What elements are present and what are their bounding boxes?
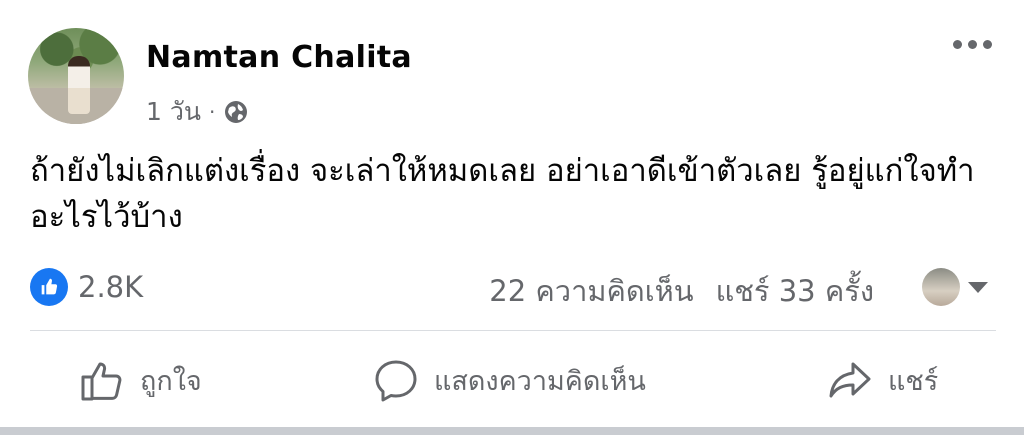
like-badge-icon <box>30 268 68 306</box>
globe-icon[interactable] <box>223 99 249 125</box>
comment-bubble-icon <box>375 360 417 402</box>
comment-label: แสดงความคิดเห็น <box>434 365 646 397</box>
comment-count[interactable]: 22 ความคิดเห็น <box>489 268 693 314</box>
comment-button[interactable]: แสดงความคิดเห็น <box>372 348 646 412</box>
like-summary[interactable]: 2.8K <box>30 268 143 306</box>
avatar-person <box>68 56 90 114</box>
post-text: ถ้ายังไม่เลิกแต่งเรื่อง จะเล่าให้หมดเลย … <box>30 153 975 235</box>
post-separator-bar <box>0 427 1024 435</box>
share-count[interactable]: แชร์ 33 ครั้ง <box>716 268 874 314</box>
action-bar: ถูกใจ แสดงความคิดเห็น แชร์ <box>0 348 1024 412</box>
like-label: ถูกใจ <box>140 365 202 397</box>
divider <box>30 330 996 331</box>
engagement-stats: 22 ความคิดเห็น แชร์ 33 ครั้ง <box>489 268 874 314</box>
viewer-avatar[interactable] <box>922 268 960 306</box>
thumbs-up-icon <box>41 278 58 295</box>
meta-separator: · <box>208 100 216 124</box>
share-arrow-icon <box>829 362 871 398</box>
more-dot-icon <box>983 40 992 49</box>
post-meta: 1 วัน · <box>146 92 249 132</box>
share-button[interactable]: แชร์ <box>826 348 938 412</box>
more-dot-icon <box>953 40 962 49</box>
chevron-down-icon[interactable] <box>968 282 988 293</box>
author-name[interactable]: Namtan Chalita <box>146 40 412 75</box>
author-avatar[interactable] <box>28 28 124 124</box>
like-button[interactable]: ถูกใจ <box>78 348 202 412</box>
more-options-button[interactable] <box>953 40 992 49</box>
thumbs-up-outline-icon <box>81 362 122 401</box>
post-time[interactable]: 1 วัน <box>146 92 201 132</box>
more-dot-icon <box>968 40 977 49</box>
like-count: 2.8K <box>78 270 144 304</box>
share-label: แชร์ <box>888 365 939 397</box>
